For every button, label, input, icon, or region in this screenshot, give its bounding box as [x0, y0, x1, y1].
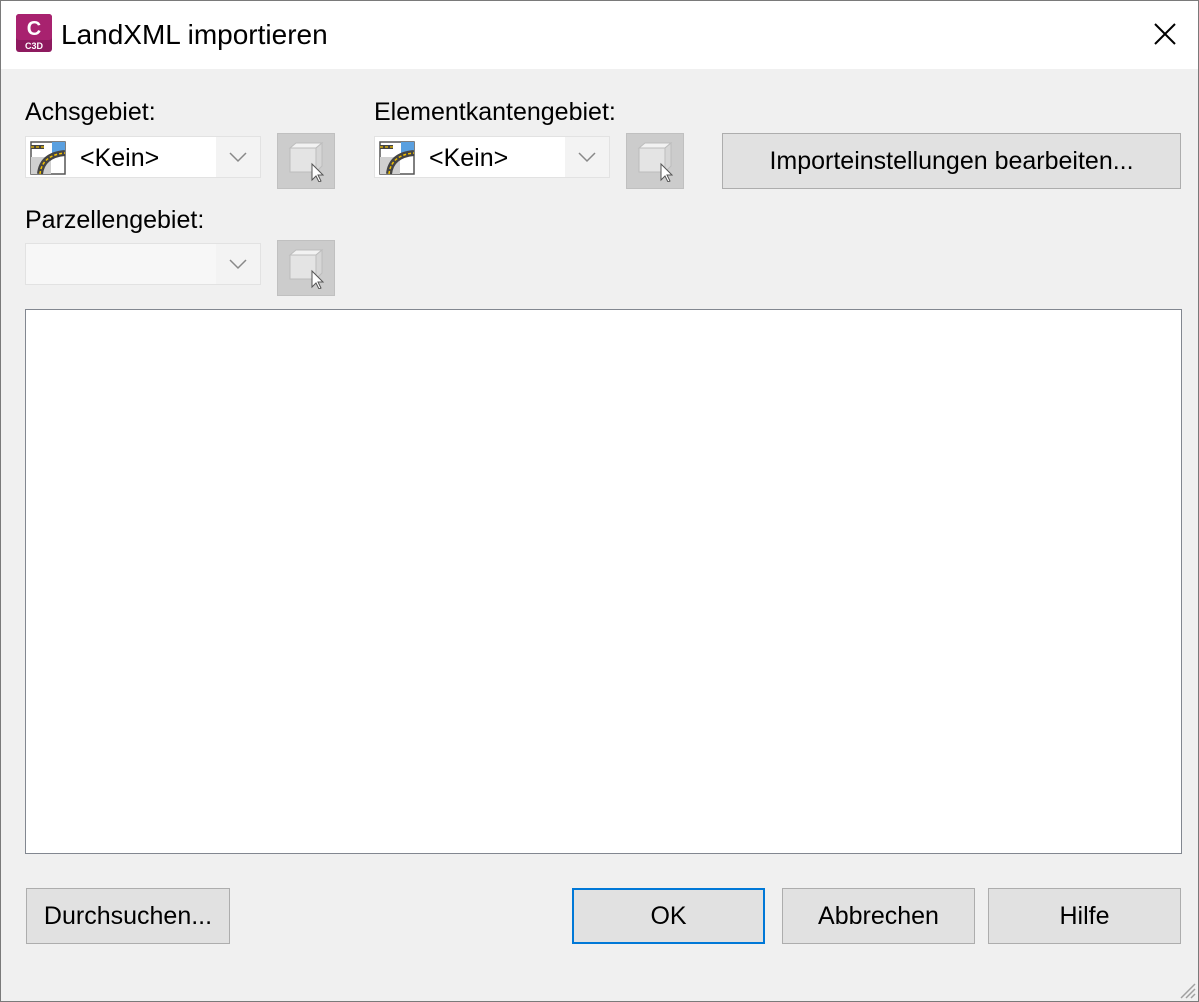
pick-from-drawing-icon [637, 142, 674, 182]
chevron-down-icon [578, 152, 596, 163]
cancel-button[interactable]: Abbrechen [782, 888, 975, 944]
ok-button[interactable]: OK [572, 888, 765, 944]
parcel-site-dropdown-button[interactable] [216, 244, 260, 284]
close-button[interactable] [1132, 1, 1198, 69]
alignment-site-pick-button[interactable] [277, 133, 335, 189]
alignment-site-combo[interactable]: <Kein> [25, 136, 261, 178]
pick-from-drawing-icon [288, 249, 325, 289]
featureline-site-label: Elementkantengebiet: [374, 98, 616, 126]
alignment-site-dropdown-button[interactable] [216, 137, 260, 177]
featureline-site-value: <Kein> [429, 144, 509, 172]
edit-import-settings-button[interactable]: Importeinstellungen bearbeiten... [722, 133, 1181, 189]
window-title: LandXML importieren [61, 19, 328, 50]
featureline-site-dropdown-button[interactable] [565, 137, 609, 177]
resize-grip-icon[interactable] [1176, 979, 1196, 999]
parcel-site-pick-button[interactable] [277, 240, 335, 296]
close-icon [1154, 23, 1176, 45]
chevron-down-icon [229, 259, 247, 270]
parcel-site-label: Parzellengebiet: [25, 206, 205, 234]
help-button[interactable]: Hilfe [988, 888, 1181, 944]
site-style-icon [379, 141, 415, 175]
parcel-site-combo[interactable] [25, 243, 261, 285]
app-icon-letter: C [27, 18, 41, 40]
site-style-icon [30, 141, 66, 175]
alignment-site-value: <Kein> [80, 144, 160, 172]
featureline-site-combo[interactable]: <Kein> [374, 136, 610, 178]
pick-from-drawing-icon [288, 142, 325, 182]
civil3d-app-icon: C C3D [16, 14, 52, 52]
alignment-site-label: Achsgebiet: [25, 98, 156, 126]
chevron-down-icon [229, 152, 247, 163]
browse-button[interactable]: Durchsuchen... [26, 888, 230, 944]
featureline-site-pick-button[interactable] [626, 133, 684, 189]
landxml-content-tree[interactable] [25, 309, 1182, 854]
dialog-window: C C3D LandXML importieren Achsgebiet: <K… [0, 0, 1199, 1002]
title-bar: C C3D LandXML importieren [1, 1, 1198, 69]
app-icon-badge: C3D [25, 41, 44, 51]
